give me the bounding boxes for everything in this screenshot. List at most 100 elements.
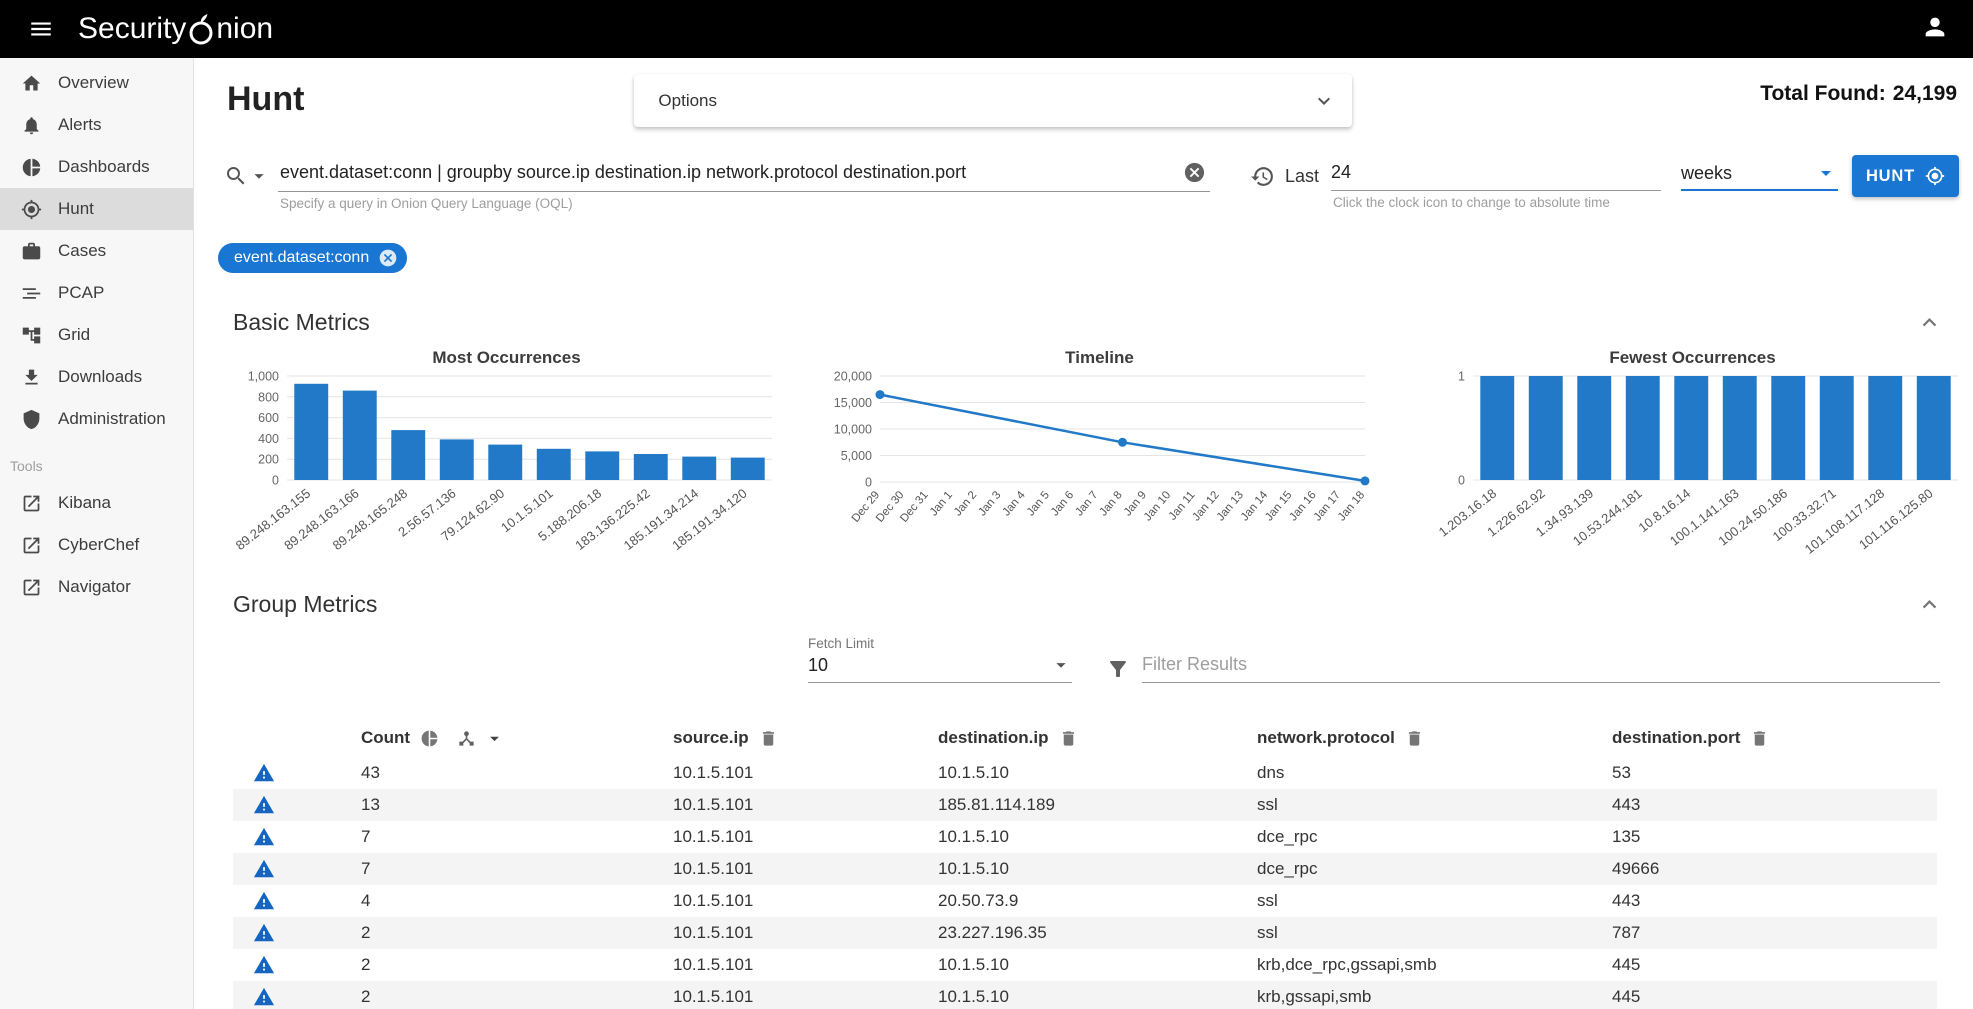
cell-count: 4 <box>361 891 673 911</box>
remove-column-icon[interactable] <box>1750 729 1769 748</box>
cell-count: 2 <box>361 923 673 943</box>
total-found: Total Found: 24,199 <box>1760 74 1957 106</box>
cell-destination-port: 443 <box>1612 795 1937 815</box>
external-link-icon <box>20 576 42 598</box>
chart-timeline: Timeline 05,00010,00015,00020,000Dec 29D… <box>826 348 1373 575</box>
chip-close-icon[interactable] <box>378 248 398 268</box>
total-found-value: 24,199 <box>1893 82 1957 106</box>
sidebar-item-label: Administration <box>58 409 166 429</box>
filter-results-input[interactable] <box>1142 654 1940 683</box>
table-row[interactable]: 210.1.5.10110.1.5.10krb,dce_rpc,gssapi,s… <box>233 949 1937 981</box>
sidebar-item-label: Alerts <box>58 115 101 135</box>
sidebar-item-alerts[interactable]: Alerts <box>0 104 193 146</box>
remove-column-icon[interactable] <box>759 729 778 748</box>
hamburger-menu-button[interactable] <box>24 12 58 46</box>
cell-source-ip: 10.1.5.101 <box>673 955 938 975</box>
table-row[interactable]: 710.1.5.10110.1.5.10dce_rpc135 <box>233 821 1937 853</box>
options-expander[interactable]: Options <box>634 74 1352 127</box>
svg-text:Jan 2: Jan 2 <box>952 489 979 518</box>
sidebar-item-dashboards[interactable]: Dashboards <box>0 146 193 188</box>
chevron-down-icon <box>1312 89 1336 113</box>
svg-text:10,000: 10,000 <box>834 423 872 437</box>
cell-destination-port: 787 <box>1612 923 1937 943</box>
sidebar-item-pcap[interactable]: PCAP <box>0 272 193 314</box>
table-row[interactable]: 710.1.5.10110.1.5.10dce_rpc49666 <box>233 853 1937 885</box>
table-row[interactable]: 1310.1.5.101185.81.114.189ssl443 <box>233 789 1937 821</box>
cell-count: 2 <box>361 987 673 1007</box>
sidebar-item-administration[interactable]: Administration <box>0 398 193 440</box>
cell-network-protocol: ssl <box>1257 795 1612 815</box>
sidebar-item-cases[interactable]: Cases <box>0 230 193 272</box>
sidebar-tool-navigator[interactable]: Navigator <box>0 566 193 608</box>
filter-results-box <box>1106 654 1940 683</box>
svg-text:1: 1 <box>1458 370 1465 384</box>
remove-column-icon[interactable] <box>1059 729 1078 748</box>
caret-down-icon[interactable] <box>484 728 505 749</box>
fewest-occurrences-bar-chart: 011.203.16.181.226.62.921.34.93.13910.53… <box>1419 370 1966 575</box>
svg-text:600: 600 <box>258 411 279 425</box>
sidebar-item-label: Grid <box>58 325 90 345</box>
group-metrics-collapse-icon[interactable] <box>1916 591 1943 618</box>
search-icon[interactable] <box>224 164 248 188</box>
table-row[interactable]: 4310.1.5.10110.1.5.10dns53 <box>233 757 1937 789</box>
shield-icon <box>20 408 42 430</box>
sidebar-item-grid[interactable]: Grid <box>0 314 193 356</box>
person-icon <box>1921 13 1949 41</box>
sidebar-item-label: PCAP <box>58 283 104 303</box>
cell-network-protocol: krb,gssapi,smb <box>1257 987 1612 1007</box>
time-value-field[interactable]: Click the clock icon to change to absolu… <box>1331 162 1661 191</box>
query-history-caret-icon[interactable] <box>248 165 270 187</box>
sidebar-tool-items: KibanaCyberChefNavigator <box>0 482 193 608</box>
svg-text:800: 800 <box>258 390 279 404</box>
query-field[interactable]: Specify a query in Onion Query Language … <box>278 161 1210 192</box>
table-row[interactable]: 410.1.5.10120.50.73.9ssl443 <box>233 885 1937 917</box>
basic-metrics-collapse-icon[interactable] <box>1916 309 1943 336</box>
warning-icon[interactable] <box>253 922 275 944</box>
timeline-line-chart: 05,00010,00015,00020,000Dec 29Dec 30Dec … <box>826 370 1373 575</box>
warning-icon[interactable] <box>253 794 275 816</box>
page-title: Hunt <box>227 80 304 119</box>
cell-source-ip: 10.1.5.101 <box>673 859 938 879</box>
filter-chip-row: event.dataset:conn <box>218 243 1973 273</box>
svg-text:0: 0 <box>272 474 279 488</box>
cell-source-ip: 10.1.5.101 <box>673 827 938 847</box>
sidebar-item-hunt[interactable]: Hunt <box>0 188 193 230</box>
cell-destination-port: 53 <box>1612 763 1937 783</box>
sidebar-item-downloads[interactable]: Downloads <box>0 356 193 398</box>
hunt-button[interactable]: HUNT <box>1852 155 1959 197</box>
table-row[interactable]: 210.1.5.10123.227.196.35ssl787 <box>233 917 1937 949</box>
chart-title: Fewest Occurrences <box>1419 348 1966 368</box>
warning-icon[interactable] <box>253 826 275 848</box>
query-input[interactable] <box>280 162 1175 183</box>
sidebar-tool-kibana[interactable]: Kibana <box>0 482 193 524</box>
time-unit-select[interactable]: weeks <box>1681 161 1838 191</box>
pie-chart-icon <box>20 156 42 178</box>
cell-source-ip: 10.1.5.101 <box>673 763 938 783</box>
sidebar-tool-cyberchef[interactable]: CyberChef <box>0 524 193 566</box>
sidebar-item-overview[interactable]: Overview <box>0 62 193 104</box>
grouping-icon[interactable] <box>457 729 476 748</box>
remove-column-icon[interactable] <box>1405 729 1424 748</box>
svg-text:5,000: 5,000 <box>841 449 872 463</box>
table-row[interactable]: 210.1.5.10110.1.5.10krb,gssapi,smb445 <box>233 981 1937 1009</box>
network-icon <box>20 324 42 346</box>
onion-logo-icon <box>187 12 215 46</box>
warning-icon[interactable] <box>253 986 275 1008</box>
filter-icon <box>1106 657 1130 681</box>
warning-icon[interactable] <box>253 954 275 976</box>
filter-chip[interactable]: event.dataset:conn <box>218 243 407 273</box>
group-metrics-controls: Fetch Limit 10 <box>808 636 1943 683</box>
fetch-limit-select[interactable]: Fetch Limit 10 <box>808 636 1072 683</box>
cell-destination-ip: 23.227.196.35 <box>938 923 1257 943</box>
time-value-input[interactable] <box>1331 162 1661 183</box>
clear-query-icon[interactable] <box>1183 161 1206 184</box>
user-account-button[interactable] <box>1921 13 1949 46</box>
warning-icon[interactable] <box>253 858 275 880</box>
pie-chart-toggle-icon[interactable] <box>420 729 439 748</box>
svg-text:Jan 4: Jan 4 <box>1001 489 1029 519</box>
external-link-icon <box>20 534 42 556</box>
menu-icon <box>28 16 54 42</box>
history-clock-icon[interactable] <box>1250 164 1275 189</box>
warning-icon[interactable] <box>253 890 275 912</box>
warning-icon[interactable] <box>253 762 275 784</box>
